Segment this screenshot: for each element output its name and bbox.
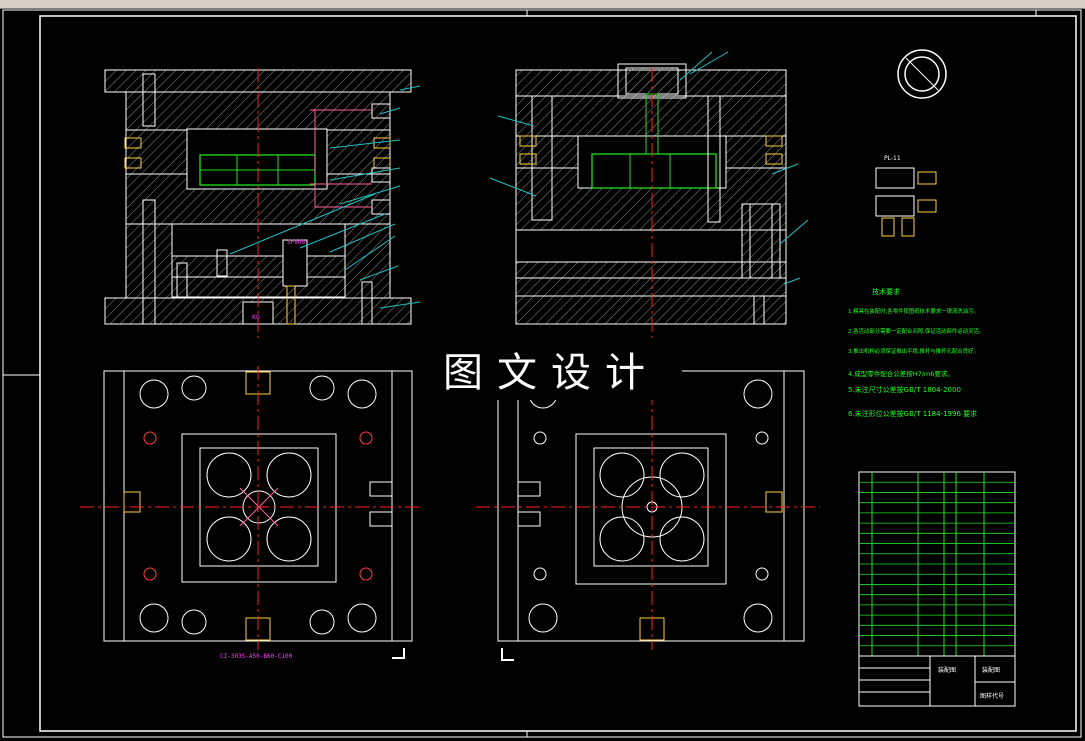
plan-caption: CI-3035-A50-B60-C100 — [220, 653, 293, 660]
title-cell: 装配图 — [938, 666, 956, 674]
tech-line-3: 3.推出机构必须保证推出平稳,推杆与推杆孔配合良好。 — [848, 347, 979, 355]
tech-line-5: 5.未注尺寸公差按GB/T 1804-2000 — [848, 385, 961, 394]
plan-view-fixed-half[interactable]: CI-3035-A50-B60-C100 — [80, 366, 420, 660]
project-cell: 装配图 — [982, 666, 1000, 674]
tech-line-2: 2.各活动部分需要一定配合间隙,保证活动部件运动灵活。 — [848, 327, 984, 335]
tech-line-6: 6.未注形位公差按GB/T 1184-1996 要求 — [848, 409, 977, 418]
tech-requirements-title: 技术要求 — [872, 287, 900, 296]
svg-text:K0: K0 — [252, 314, 260, 321]
tech-requirements-block: 技术要求 1.模具在装配时,各零件按图纸技术要求一律清洗油污。 2.各活动部分需… — [848, 287, 984, 418]
tech-line-4: 4.成型零件配合公差按H7/m6要求。 — [848, 369, 954, 378]
bom-table — [859, 481, 1015, 647]
tech-line-1: 1.模具在装配时,各零件按图纸技术要求一律清洗油污。 — [848, 307, 979, 315]
detail-label: PL-11 — [884, 155, 901, 162]
side-section-view[interactable] — [489, 51, 809, 338]
drawing-number: 图样代号 — [980, 692, 1004, 700]
part-detail-view[interactable]: PL-11 — [875, 49, 947, 237]
front-section-view[interactable]: SP800 K0 — [104, 68, 421, 338]
plan-view-moving-half[interactable] — [476, 366, 820, 661]
title-block[interactable]: 装配图 装配图 图样代号 — [858, 471, 1016, 707]
watermark-banner: 图文设计 — [420, 346, 682, 400]
front-mold-label: SP800 — [287, 239, 305, 246]
